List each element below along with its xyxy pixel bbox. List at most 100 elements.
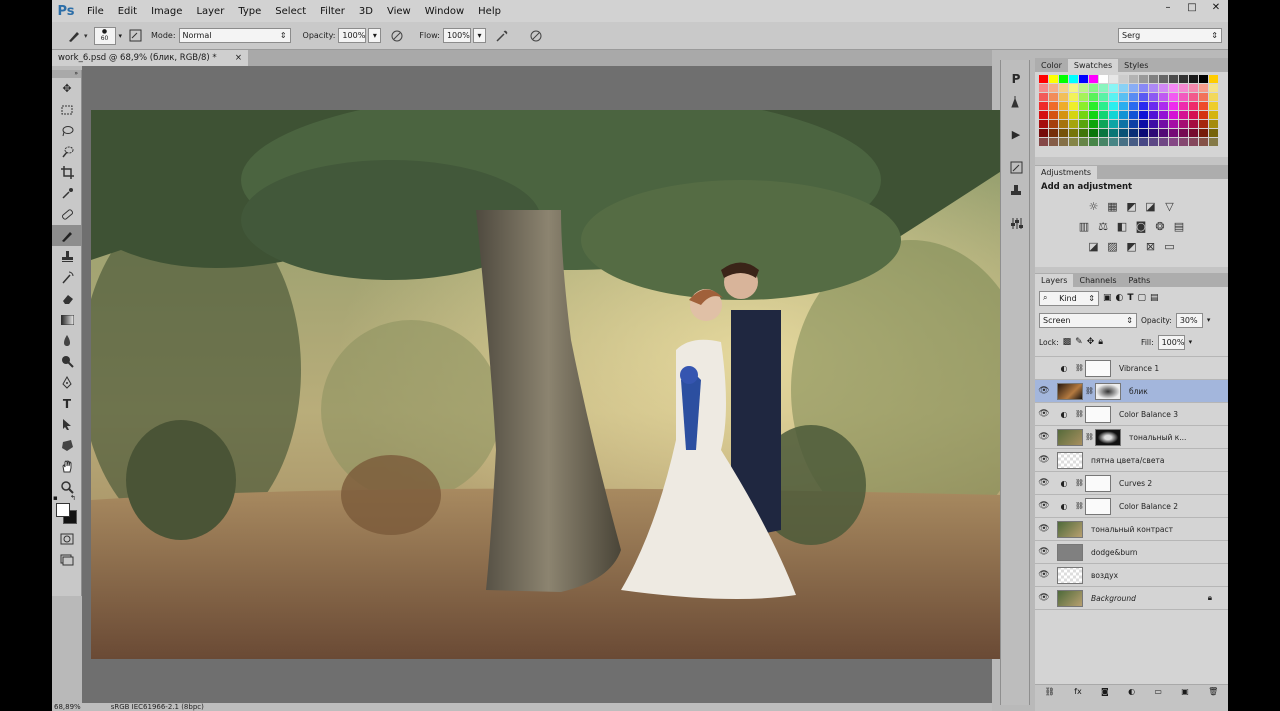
color-swatch[interactable] [1099,84,1108,92]
color-swatch[interactable] [1069,129,1078,137]
color-swatch[interactable] [1109,93,1118,101]
color-swatch[interactable] [1089,120,1098,128]
color-swatch[interactable] [1149,84,1158,92]
move-tool-icon[interactable]: ✥ [52,78,82,99]
visibility-eye-icon[interactable]: 👁︎ [1035,455,1053,465]
default-colors-icon[interactable]: ▪ [53,494,58,502]
color-swatch[interactable] [1209,102,1218,110]
new-adjustment-icon[interactable]: ◐ [1128,687,1135,696]
color-swatch[interactable] [1059,93,1068,101]
color-swatch[interactable] [1159,138,1168,146]
color-swatch[interactable] [1149,102,1158,110]
menu-view[interactable]: View [380,6,418,17]
color-swatch[interactable] [1149,75,1158,83]
color-swatch[interactable] [1069,102,1078,110]
tab-channels[interactable]: Channels [1073,274,1122,287]
tab-color[interactable]: Color [1035,59,1068,72]
color-swatch[interactable] [1089,111,1098,119]
flow-dropdown[interactable]: ▾ [472,28,486,43]
color-swatch[interactable] [1079,84,1088,92]
color-swatch[interactable] [1149,138,1158,146]
color-swatch[interactable] [1159,111,1168,119]
color-swatch[interactable] [1139,129,1148,137]
lock-position-icon[interactable]: ✥ [1087,337,1095,347]
layer-filter-select[interactable]: ⌕ Kind ⇕ [1039,290,1099,306]
brush-size-picker[interactable]: ● 60 [93,26,116,45]
color-swatch[interactable] [1039,102,1048,110]
color-swatch[interactable] [1119,111,1128,119]
color-swatch[interactable] [1149,120,1158,128]
color-swatch[interactable] [1059,111,1068,119]
new-group-icon[interactable]: ▭ [1154,687,1162,696]
brush-picker-chevron-icon[interactable]: ▾ [119,32,123,40]
visibility-eye-icon[interactable]: 👁︎ [1035,524,1053,534]
opacity-dropdown[interactable]: ▾ [368,28,382,43]
layer-mask-thumbnail[interactable] [1095,428,1121,446]
chevron-down-icon[interactable]: ▾ [1189,338,1193,346]
threshold-icon[interactable]: ◩ [1125,239,1139,253]
filter-pixel-icon[interactable]: ▣ [1103,293,1112,303]
lock-transparency-icon[interactable]: ▩ [1063,337,1072,347]
color-swatch[interactable] [1109,84,1118,92]
layer-thumbnail[interactable] [1057,428,1083,446]
tab-layers[interactable]: Layers [1035,274,1074,287]
color-swatch[interactable] [1199,102,1208,110]
color-swatch[interactable] [1209,93,1218,101]
properties-panel-icon[interactable] [1001,213,1031,234]
color-swatch[interactable] [1189,129,1198,137]
dodge-tool-icon[interactable] [52,351,82,372]
color-swatch[interactable] [1159,93,1168,101]
visibility-eye-icon[interactable]: 👁︎ [1035,593,1053,603]
layer-thumbnail[interactable] [1057,566,1083,584]
zoom-readout[interactable]: 68,89% [54,703,81,711]
color-swatch[interactable] [1169,120,1178,128]
color-swatch[interactable] [1049,129,1058,137]
marquee-tool-icon[interactable] [52,99,82,120]
airbrush-icon[interactable] [494,28,510,44]
document-canvas[interactable] [91,110,1003,659]
canvas-workspace[interactable] [82,66,1003,703]
color-swatch[interactable] [1119,120,1128,128]
color-swatch[interactable] [1159,84,1168,92]
add-mask-icon[interactable]: ◙ [1101,687,1109,696]
levels-icon[interactable]: ▦ [1106,199,1120,213]
color-swatch[interactable] [1119,129,1128,137]
color-lookup-icon[interactable]: ▤ [1172,219,1186,233]
brush-panel-toggle-icon[interactable] [127,28,143,44]
menu-help[interactable]: Help [471,6,508,17]
color-swatch[interactable] [1199,84,1208,92]
color-swatch[interactable] [1209,120,1218,128]
path-selection-tool-icon[interactable] [52,414,82,435]
layer-mask-thumbnail[interactable] [1085,497,1111,515]
color-swatch[interactable] [1169,102,1178,110]
pressure-opacity-icon[interactable] [389,28,405,44]
layer-row[interactable]: 👁︎ пятна цвета/света [1035,449,1228,472]
eraser-tool-icon[interactable] [52,288,82,309]
color-swatch[interactable] [1069,120,1078,128]
color-swatch[interactable] [1119,75,1128,83]
color-swatch[interactable] [1079,129,1088,137]
menu-filter[interactable]: Filter [313,6,352,17]
workspace-select[interactable]: Serg ⇕ [1118,28,1222,43]
color-swatch[interactable] [1089,102,1098,110]
tab-adjustments[interactable]: Adjustments [1035,166,1098,179]
color-swatch[interactable] [1109,102,1118,110]
history-panel-icon[interactable]: P [1001,68,1031,89]
foreground-color-swatch[interactable] [56,503,70,517]
color-swatch[interactable] [1099,120,1108,128]
color-swatch[interactable] [1049,75,1058,83]
minimize-button[interactable]: – [1156,0,1180,14]
color-swatch[interactable] [1129,120,1138,128]
layer-row[interactable]: 👁︎ ◐ ⛓ Color Balance 2 [1035,495,1228,518]
actions-panel-icon[interactable] [1001,91,1031,112]
color-swatch[interactable] [1209,138,1218,146]
color-swatch[interactable] [1159,120,1168,128]
invert-icon[interactable]: ◪ [1087,239,1101,253]
color-swatch[interactable] [1169,93,1178,101]
color-swatch[interactable] [1169,138,1178,146]
color-swatch[interactable] [1089,93,1098,101]
color-swatch[interactable] [1179,120,1188,128]
filter-adjustment-icon[interactable]: ◐ [1116,293,1124,303]
history-brush-tool-icon[interactable] [52,267,82,288]
blur-tool-icon[interactable] [52,330,82,351]
